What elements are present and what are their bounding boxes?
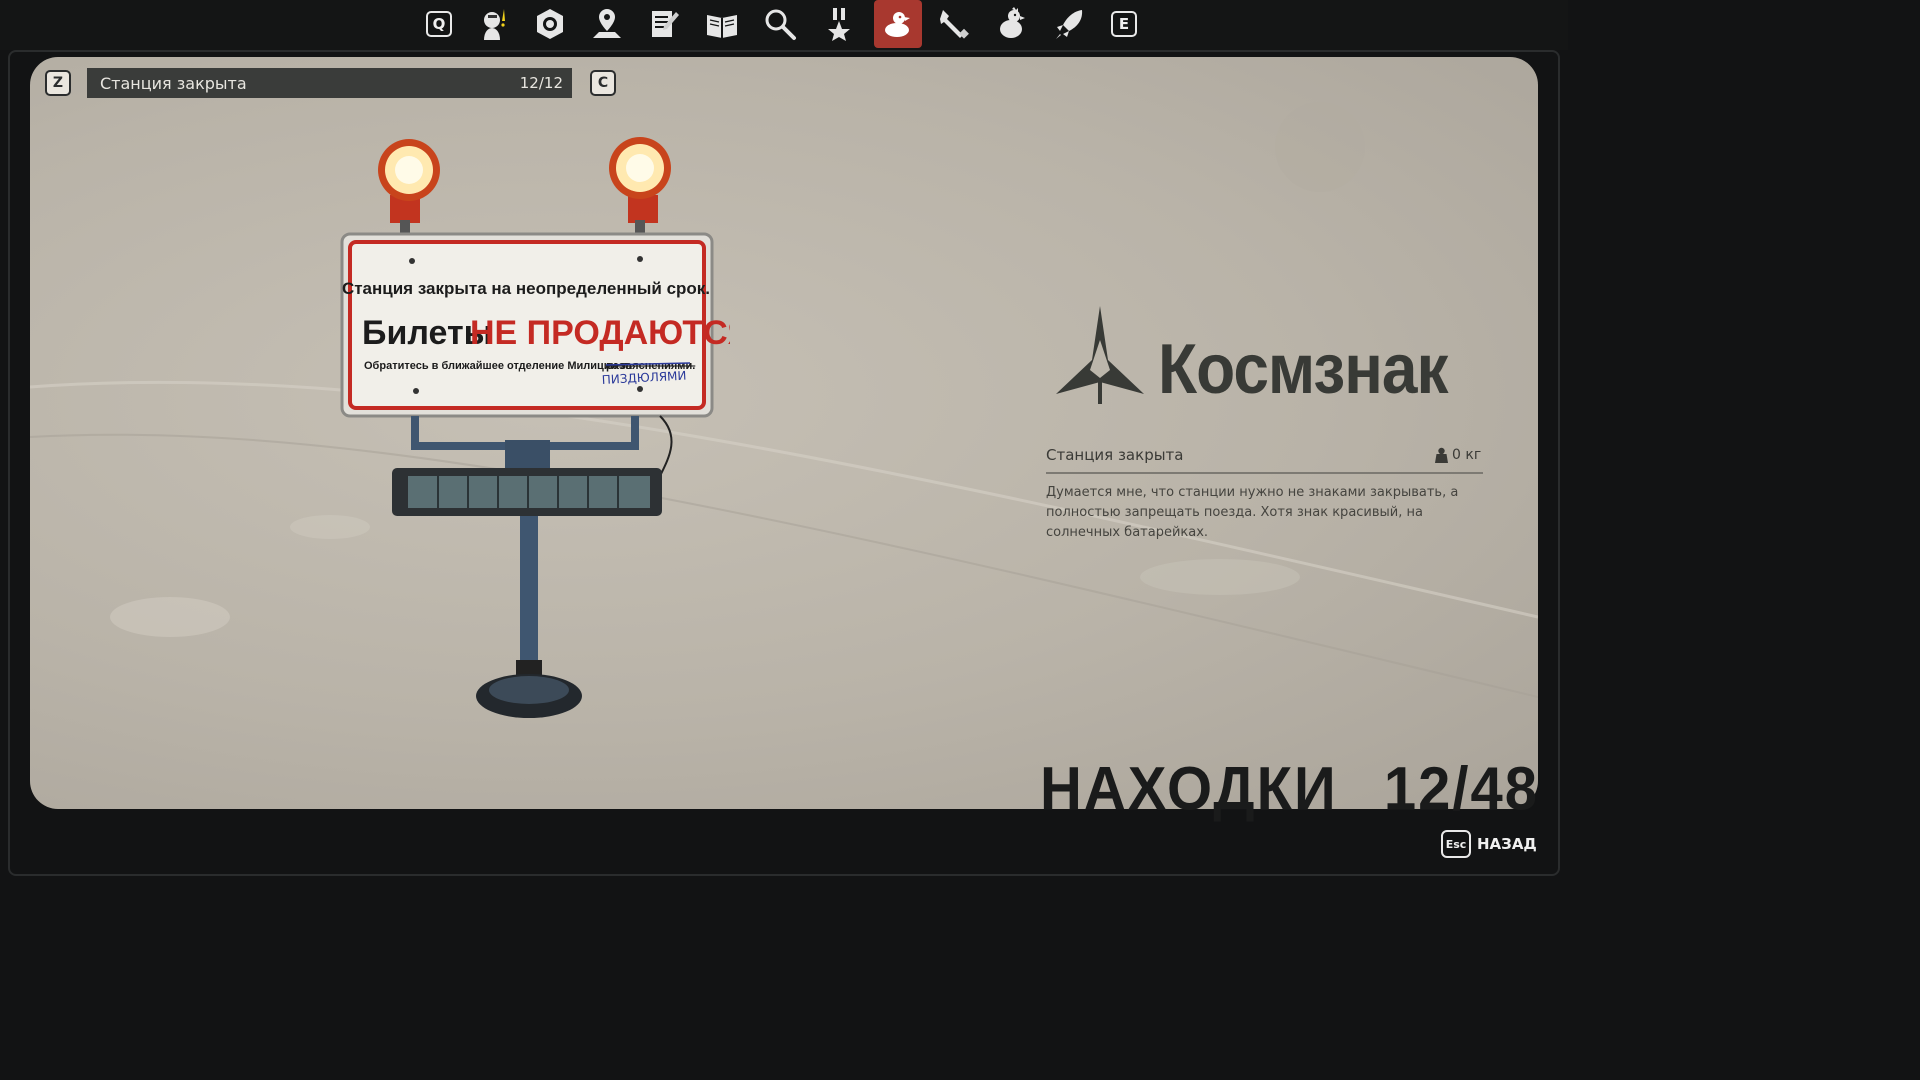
rocket-icon[interactable] <box>1046 0 1094 48</box>
prev-tab-key[interactable]: Q <box>415 0 463 48</box>
duck-icon[interactable] <box>874 0 922 48</box>
medal-icon[interactable] <box>815 0 863 48</box>
item-description: Думается мне, что станции нужно не знака… <box>1046 485 1459 540</box>
wrench-icon[interactable] <box>931 0 979 48</box>
weight-icon <box>1435 447 1448 463</box>
esc-key-label: Esc <box>1441 830 1471 858</box>
station-closed-sign-model: Станция закрыта на неопределенный срок. … <box>340 137 730 718</box>
back-label: НАЗАД <box>1477 835 1537 853</box>
left-warning-lamp <box>378 139 440 238</box>
item-title-bar: Станция закрыта 12/12 <box>87 68 572 98</box>
notes-icon[interactable] <box>640 0 688 48</box>
next-tab-key[interactable]: E <box>1100 0 1148 48</box>
character-quest-icon[interactable] <box>470 0 518 48</box>
item-weight-value: 0 кг <box>1452 447 1482 463</box>
q-key-label: Q <box>426 11 452 37</box>
info-item-name: Станция закрыта <box>1046 446 1184 464</box>
finds-counter: НАХОДКИ 12/48 <box>1040 754 1539 824</box>
e-key-label: E <box>1111 11 1137 37</box>
sign-line-2-red: НЕ ПРОДАЮТСЯ! <box>470 314 730 352</box>
prev-item-key[interactable]: Z <box>45 70 71 96</box>
moon-surface-texture <box>30 102 1538 698</box>
sign-line-1: Станция закрыта на неопределенный срок. <box>342 279 710 298</box>
item-viewer-panel <box>30 57 1538 809</box>
sign-line-3: Обратитесь в ближайшее отделение Милиции… <box>364 360 633 372</box>
finds-label: НАХОДКИ <box>1040 755 1338 824</box>
right-warning-lamp <box>609 137 671 238</box>
journal-book-icon[interactable] <box>698 0 746 48</box>
nut-icon[interactable] <box>526 0 574 48</box>
chicken-icon[interactable] <box>988 0 1036 48</box>
map-pin-icon[interactable] <box>583 0 631 48</box>
item-weight: 0 кг <box>1434 447 1481 463</box>
magnifier-icon[interactable] <box>756 0 804 48</box>
info-divider <box>1046 472 1483 474</box>
solar-panel <box>392 468 662 516</box>
next-item-key[interactable]: C <box>590 70 616 96</box>
item-title: Станция закрыта <box>100 73 247 93</box>
finds-count: 12/48 <box>1383 755 1539 824</box>
top-navigation-bar: Q E <box>0 0 1568 50</box>
item-counter: 12/12 <box>519 74 563 92</box>
back-button[interactable]: Esc НАЗАД <box>1441 830 1537 858</box>
brand-name: Космзнак <box>1158 329 1448 409</box>
